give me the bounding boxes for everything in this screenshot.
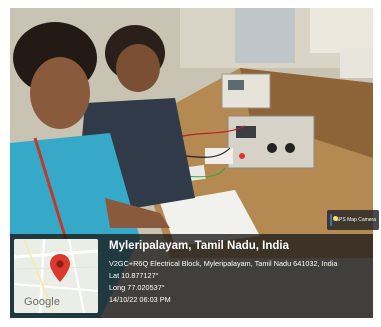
location-pin-icon (50, 254, 70, 282)
google-logo: Google (24, 296, 61, 308)
map-thumbnail: Google (14, 239, 98, 313)
badge-label: GPS Map Camera (335, 217, 376, 223)
location-info: Myleripalayam, Tamil Nadu, India V2GC+R6… (109, 239, 373, 306)
gps-map-camera-badge: GPS Map Camera (327, 210, 379, 230)
address-text: V2GC+R6Q Electrical Block, Myleripalayam… (109, 259, 338, 268)
datetime-text: 14/10/22 06:03 PM (109, 295, 171, 304)
latitude-text: Lat 10.877127° (109, 271, 159, 280)
camera-logo-icon (330, 214, 339, 226)
location-title: Myleripalayam, Tamil Nadu, India (109, 240, 290, 252)
longitude-text: Long 77.020537° (109, 283, 165, 292)
camera-frame: GPS Map Camera Google Myleripalayam, Tam… (0, 0, 381, 327)
